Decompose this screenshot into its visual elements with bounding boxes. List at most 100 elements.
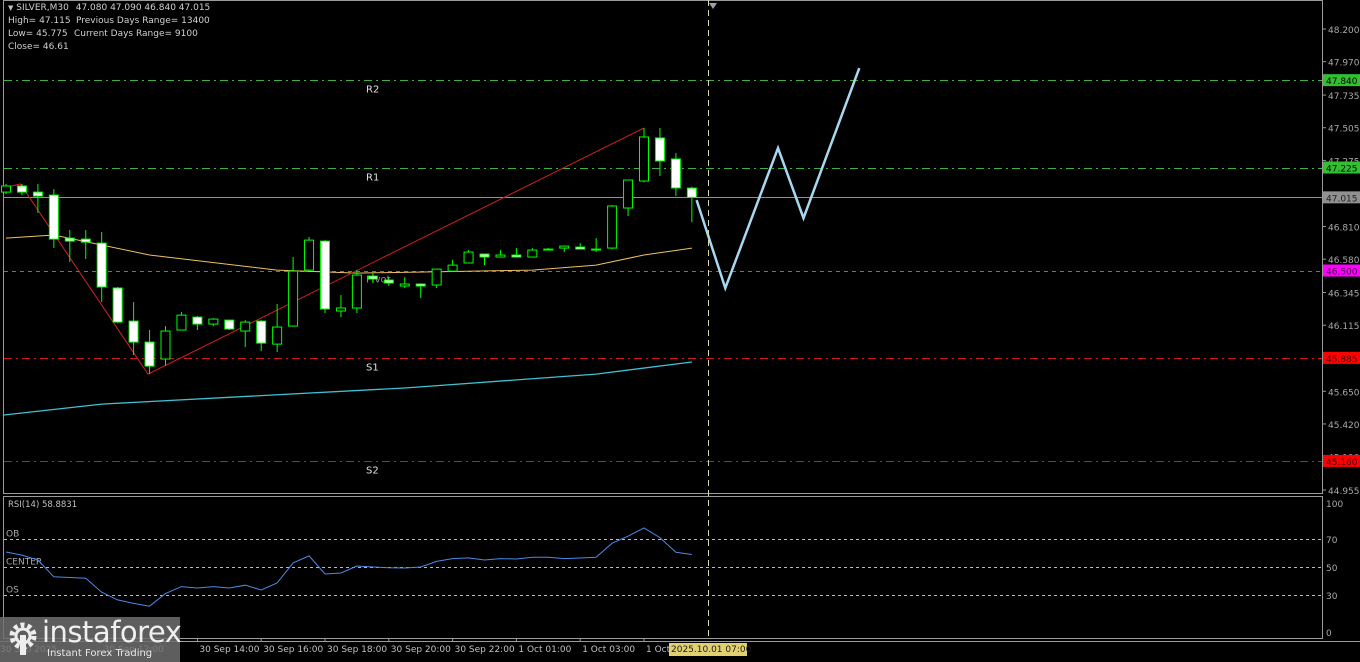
candle-body xyxy=(224,319,235,330)
main-panel-frame xyxy=(3,0,1323,494)
rsi-tick-label: 50 xyxy=(1326,564,1338,574)
candle-body xyxy=(639,136,649,182)
symbol-info-line: ▼ SILVER,M30 47.080 47.090 46.840 47.015 xyxy=(8,3,210,13)
shift-marker-icon[interactable] xyxy=(709,3,717,9)
time-tick-label: 30 Sep 20:00 xyxy=(391,645,451,655)
candle-body xyxy=(575,246,586,250)
time-tick-label: 30 Sep 14:00 xyxy=(199,645,259,655)
price-tick-label: 47.505 xyxy=(1328,125,1360,135)
price-tick-label: 47.970 xyxy=(1328,59,1360,69)
candle-body xyxy=(304,239,315,271)
cursor-time-label: 2025.10.01 07:00 xyxy=(671,645,752,655)
candle-body xyxy=(176,314,187,331)
low-line: Low= 45.775 Current Days Range= 9100 xyxy=(8,29,198,39)
candle-body xyxy=(144,341,155,367)
time-tick-label: 1 Oct 01:00 xyxy=(518,645,571,655)
candle-body xyxy=(192,316,203,325)
close-value: Close= 46.61 xyxy=(8,42,69,52)
candle-body xyxy=(399,283,410,287)
candle-body xyxy=(351,274,362,309)
price-tick-label: 44.955 xyxy=(1328,487,1360,497)
candle-body xyxy=(463,251,474,264)
gear-logo-icon xyxy=(9,622,37,655)
time-cursor[interactable] xyxy=(708,0,718,638)
candle-body xyxy=(686,187,697,198)
candle-body xyxy=(64,237,75,242)
candle-body xyxy=(112,287,123,323)
level-label-s1: S1 xyxy=(366,363,379,374)
candle-body xyxy=(670,158,681,189)
level-label-s2: S2 xyxy=(366,466,379,477)
candle-body xyxy=(1,185,11,193)
instaforex-logo: instaforex Instant Forex Trading xyxy=(0,615,182,662)
logo-name: instaforex xyxy=(42,615,182,649)
candle-body xyxy=(559,245,570,249)
price-axis: 48.20047.97047.73547.50547.27547.04046.8… xyxy=(1322,26,1360,497)
close-line: Close= 46.61 xyxy=(8,42,69,52)
logo-tagline: Instant Forex Trading xyxy=(47,648,153,659)
ohlc-values: 47.080 47.090 46.840 47.015 xyxy=(75,3,211,13)
rsi-tick-label: 100 xyxy=(1326,500,1343,510)
price-badge-label: 46.500 xyxy=(1326,268,1358,278)
candle-body xyxy=(367,275,378,280)
rsi-tick-label: 0 xyxy=(1326,629,1332,639)
price-tick-label: 45.420 xyxy=(1328,421,1360,431)
candle-body xyxy=(96,242,107,288)
high-value: High= 47.115 xyxy=(8,16,71,26)
candle-body xyxy=(431,268,442,286)
time-tick-label: 30 Sep 16:00 xyxy=(263,645,323,655)
rsi-panel-frame xyxy=(3,496,1323,639)
current-days-range: Current Days Range= 9100 xyxy=(74,29,198,39)
forecast-path xyxy=(695,67,861,292)
rsi-level-label: CENTER xyxy=(6,558,42,568)
price-badge-label: 47.015 xyxy=(1326,194,1358,204)
candle-body xyxy=(607,205,618,249)
price-badge-label: 47.840 xyxy=(1326,77,1358,87)
candle-body xyxy=(654,137,665,162)
price-badge-label: 45.160 xyxy=(1326,458,1358,468)
chart-canvas[interactable]: R2R1PivotS1S2 48.20047.97047.73547.50547… xyxy=(0,0,1360,662)
price-tick-label: 46.810 xyxy=(1328,223,1360,233)
price-badge-label: 45.885 xyxy=(1326,355,1358,365)
forecast-group xyxy=(695,67,861,292)
collapse-triangle-icon[interactable]: ▼ xyxy=(8,4,13,12)
candle-body xyxy=(511,254,522,258)
high-line: High= 47.115 Previous Days Range= 13400 xyxy=(8,16,210,26)
rsi-level-label: OB xyxy=(6,530,19,540)
candle-body xyxy=(495,254,506,258)
candle-body xyxy=(415,283,426,287)
price-tick-label: 47.735 xyxy=(1328,92,1360,102)
level-label-r2: R2 xyxy=(366,85,379,96)
rsi-level-label: OS xyxy=(6,586,19,596)
candle-body xyxy=(543,248,554,251)
previous-days-range: Previous Days Range= 13400 xyxy=(76,16,210,26)
panel-frames xyxy=(0,0,1360,642)
candle-body xyxy=(32,191,43,197)
candle-body xyxy=(272,326,283,345)
rsi-title: RSI(14) 58.8831 xyxy=(8,500,77,510)
time-tick-label: 30 Sep 22:00 xyxy=(455,645,515,655)
candle-body xyxy=(16,185,27,193)
price-tick-label: 46.345 xyxy=(1328,290,1360,300)
rsi-panel: RSI(14) 58.8831 OB CENTER OS 100 70 50 30 0 xyxy=(4,500,1343,639)
low-value: Low= 45.775 xyxy=(8,29,68,39)
price-tick-label: 46.115 xyxy=(1328,322,1360,332)
candle-body xyxy=(208,318,219,325)
ma-slow-line xyxy=(2,361,692,416)
candle-body xyxy=(240,321,251,332)
level-label-r1: R1 xyxy=(366,173,379,184)
candle-body xyxy=(160,330,171,360)
price-tick-label: 48.200 xyxy=(1328,26,1360,36)
candle-body xyxy=(335,307,346,312)
time-tick-label: 1 Oct xyxy=(646,645,671,655)
candle-body xyxy=(80,238,91,243)
candle-body xyxy=(623,179,634,209)
candle-body xyxy=(320,240,330,310)
time-tick-label: 30 Sep 18:00 xyxy=(327,645,387,655)
candles xyxy=(1,128,697,375)
candle-body xyxy=(591,248,602,251)
rsi-tick-label: 70 xyxy=(1326,536,1338,546)
ma-fast-line xyxy=(5,234,692,274)
candle-body xyxy=(479,253,490,258)
price-tick-label: 45.650 xyxy=(1328,388,1360,398)
